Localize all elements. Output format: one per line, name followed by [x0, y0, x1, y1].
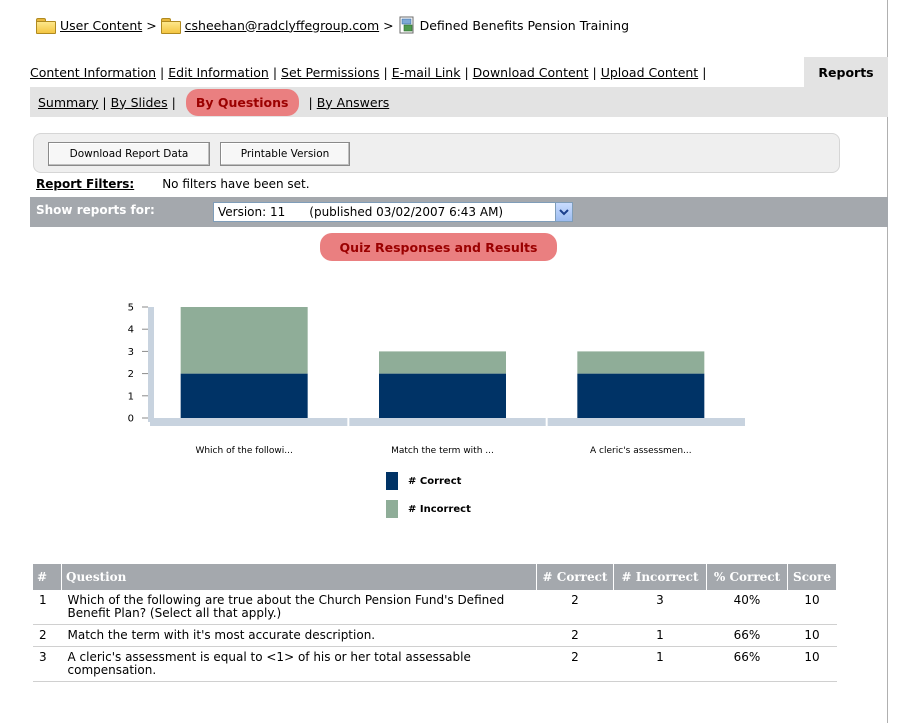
row-question: A cleric's assessment is equal to <1> of… — [61, 646, 537, 682]
row-pct: 40% — [706, 590, 788, 625]
row-pct: 66% — [706, 646, 788, 682]
row-incorrect: 1 — [613, 624, 707, 647]
y-tick-label: 5 — [128, 303, 134, 314]
col-question: Question — [61, 564, 537, 590]
col-pct-correct: % Correct — [706, 564, 788, 590]
y-axis-wall — [148, 307, 154, 422]
quiz-results-chart: 0 1 2 3 4 5 Which of the followi... Match the t… — [128, 303, 745, 518]
chart-floor — [150, 418, 745, 426]
row-num: 2 — [33, 624, 62, 647]
col-incorrect: # Incorrect — [613, 564, 707, 590]
row-correct: 2 — [536, 624, 614, 647]
legend-swatch — [386, 500, 398, 518]
table-header-row: # Question # Correct # Incorrect % Corre… — [33, 564, 837, 590]
col-num: # — [33, 564, 62, 590]
row-correct: 2 — [536, 646, 614, 682]
bar-incorrect — [180, 307, 308, 374]
row-num: 3 — [33, 646, 62, 682]
bar-correct — [180, 373, 308, 418]
table-row: 2 Match the term with it's most accurate… — [33, 624, 837, 647]
x-tick-label: Which of the followi... — [195, 446, 292, 456]
y-tick-label: 3 — [128, 347, 134, 358]
row-correct: 2 — [536, 590, 614, 625]
table-row: 1 Which of the following are true about … — [33, 590, 837, 625]
y-tick-label: 2 — [128, 369, 134, 380]
y-tick-label: 4 — [128, 325, 134, 336]
row-question: Which of the following are true about th… — [61, 590, 537, 625]
col-correct: # Correct — [536, 564, 614, 590]
row-pct: 66% — [706, 624, 788, 647]
legend-swatch — [386, 472, 398, 490]
legend-label: # Incorrect — [408, 504, 471, 515]
bar-correct — [577, 373, 705, 418]
row-score: 10 — [787, 646, 837, 682]
row-question: Match the term with it's most accurate d… — [61, 624, 537, 647]
legend-label: # Correct — [408, 476, 462, 487]
bar-incorrect — [577, 351, 705, 374]
row-incorrect: 1 — [613, 646, 707, 682]
x-tick-label: A cleric's assessmen... — [590, 446, 692, 456]
y-tick-label: 1 — [128, 391, 134, 402]
row-incorrect: 3 — [613, 590, 707, 625]
questions-table: # Question # Correct # Incorrect % Corre… — [33, 564, 837, 682]
row-score: 10 — [787, 624, 837, 647]
row-score: 10 — [787, 590, 837, 625]
row-num: 1 — [33, 590, 62, 625]
bar-incorrect — [379, 351, 506, 374]
y-tick-label: 0 — [128, 414, 134, 425]
table-row: 3 A cleric's assessment is equal to <1> … — [33, 646, 837, 682]
col-score: Score — [787, 564, 837, 590]
x-tick-label: Match the term with ... — [391, 446, 494, 456]
bar-correct — [379, 373, 506, 418]
